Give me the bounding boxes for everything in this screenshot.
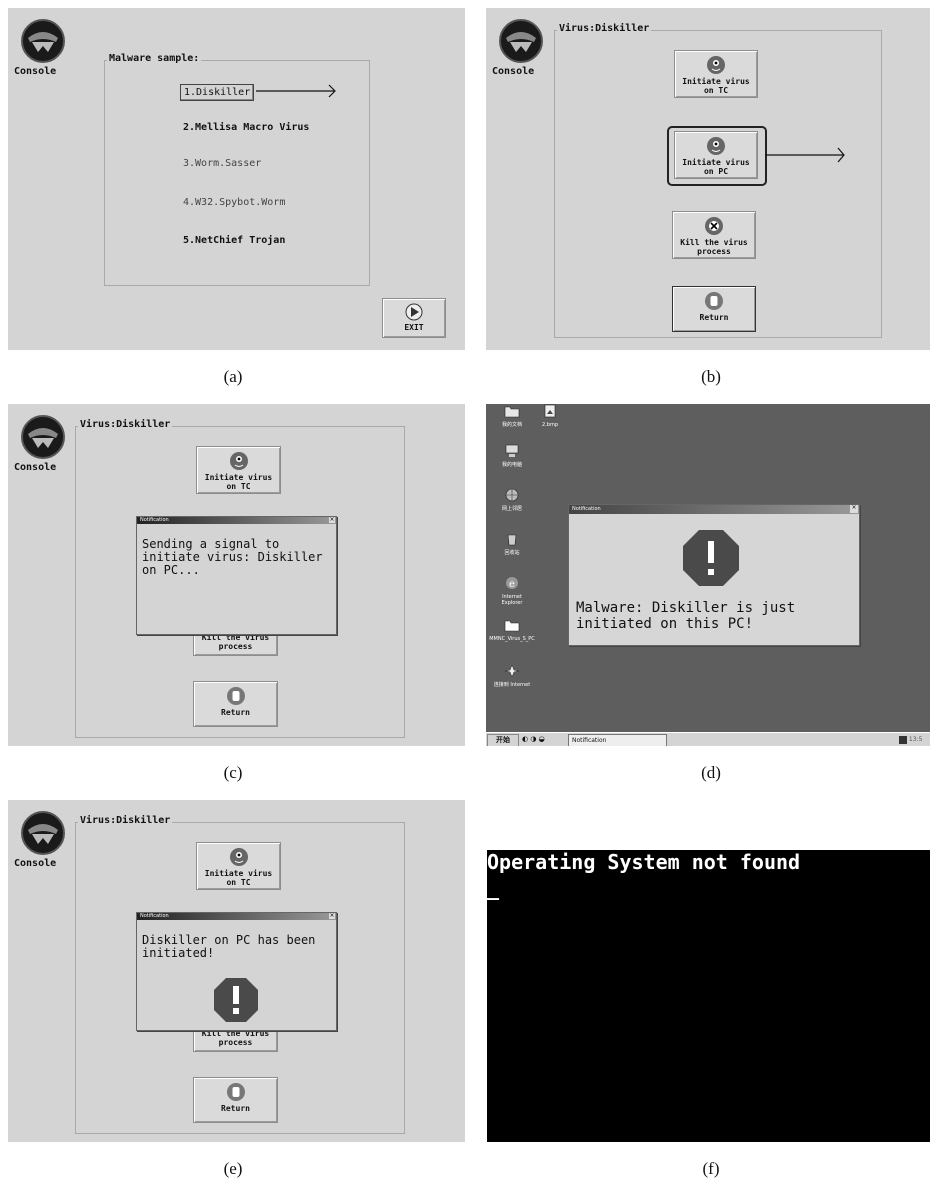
svg-text:e: e (509, 579, 515, 590)
notification-dialog: Notification × Sending a signal to initi… (136, 516, 337, 635)
console-avatar-icon[interactable] (498, 18, 544, 64)
console-label: Console (14, 858, 57, 869)
dialog-titlebar: Notification × (569, 505, 859, 514)
panel-a-malware-list: Console Malware sample: 1.Diskiller 2.Me… (8, 8, 465, 350)
virus-group-title: Virus:Diskiller (78, 815, 173, 826)
stop-hand-icon (226, 1083, 245, 1101)
initiate-tc-button[interactable]: Initiate virus on TC (196, 446, 281, 494)
start-button[interactable]: 开始 (487, 734, 519, 746)
malware-item-sasser[interactable]: 3.Worm.Sasser (183, 158, 261, 169)
connect-icon (504, 664, 520, 678)
console-avatar-icon[interactable] (20, 414, 66, 460)
desktop-icon-my-documents[interactable]: 我的文档 (492, 404, 532, 428)
folder-icon (504, 406, 520, 418)
stop-hand-icon (705, 292, 723, 310)
panel-c-sending-signal: Console Virus:Diskiller Initiate virus o… (8, 404, 465, 746)
caption-e: (e) (223, 1159, 243, 1178)
alien-icon (229, 848, 248, 866)
malware-sample-title: Malware sample: (107, 53, 202, 64)
panel-f-boot-screen: Operating System not found _ (487, 850, 930, 1142)
dialog-titlebar: Notification × (137, 517, 336, 524)
close-icon[interactable]: × (329, 913, 335, 919)
console-label: Console (492, 66, 535, 77)
recycle-bin-icon (507, 534, 517, 546)
panel-b-virus-menu: Console Virus:Diskiller Initiate virus o… (486, 8, 930, 350)
virus-group-title: Virus:Diskiller (78, 419, 173, 430)
alien-icon (707, 56, 725, 74)
panel-d-pc-desktop: 我的文档 2.bmp 我的电脑 网上邻居 回收站 e Internet Expl… (486, 404, 930, 746)
blinking-cursor: _ (487, 876, 500, 900)
malware-item-mellisa[interactable]: 2.Mellisa Macro Virus (183, 122, 309, 133)
dialog-message: Diskiller on PC has been initiated! (142, 933, 316, 960)
return-button[interactable]: Return (193, 681, 278, 727)
quick-launch[interactable]: ◐ ◑ ◒ (522, 735, 562, 745)
desktop-icon-network[interactable]: 网上邻居 (492, 488, 532, 512)
warning-octagon-icon (683, 530, 739, 586)
close-icon[interactable]: × (850, 505, 858, 513)
console-label: Console (14, 66, 57, 77)
selection-arrow-icon (256, 84, 336, 98)
warning-octagon-icon (214, 978, 258, 1022)
initiate-tc-button[interactable]: Initiate virus on TC (196, 842, 281, 890)
caption-c: (c) (223, 763, 243, 782)
console-avatar-icon[interactable] (20, 18, 66, 64)
console-avatar-icon[interactable] (20, 810, 66, 856)
stop-hand-icon (226, 687, 245, 705)
taskbar: 开始 ◐ ◑ ◒ Notification 13:5 (486, 732, 930, 746)
tray-icon (899, 735, 907, 744)
desktop-icon-virus-folder[interactable]: MMNC_Virus_S_PC (488, 618, 536, 642)
caption-d: (d) (701, 763, 721, 782)
desktop-icon-internet-explorer[interactable]: e Internet Explorer (492, 576, 532, 606)
initiate-tc-button[interactable]: Initiate virus on TC (674, 50, 758, 98)
selection-arrow-icon (765, 147, 845, 163)
notification-dialog: Notification × Malware: Diskiller is jus… (568, 504, 860, 646)
tray-clock: 13:5 (899, 735, 929, 745)
kill-alien-icon (705, 217, 723, 235)
desktop-icon-recycle-bin[interactable]: 回收站 (492, 532, 532, 556)
console-label: Console (14, 462, 57, 473)
play-icon (405, 303, 423, 321)
close-icon[interactable]: × (329, 517, 335, 523)
initiate-pc-button[interactable]: Initiate virus on PC (674, 131, 758, 179)
return-button[interactable]: Return (193, 1077, 278, 1123)
desktop-icon-bmp[interactable]: 2.bmp (530, 404, 570, 428)
return-button[interactable]: Return (672, 286, 756, 332)
desktop-icon-my-computer[interactable]: 我的电脑 (492, 444, 532, 468)
dialog-message: Malware: Diskiller is just initiated on … (576, 600, 796, 632)
kill-process-button[interactable]: Kill the virus process (672, 211, 756, 259)
exit-label: EXIT (404, 323, 424, 332)
notification-dialog: Notification × Diskiller on PC has been … (136, 912, 337, 1031)
desktop-icon-connect-internet[interactable]: 连接到 Internet (492, 664, 532, 688)
os-not-found-message: Operating System not found (487, 850, 801, 874)
network-icon (505, 488, 519, 502)
dialog-message: Sending a signal to initiate virus: Disk… (142, 537, 323, 577)
exit-button[interactable]: EXIT (382, 298, 446, 338)
caption-b: (b) (701, 367, 721, 386)
malware-item-diskiller[interactable]: 1.Diskiller (180, 84, 255, 101)
panel-e-initiated: Console Virus:Diskiller Initiate virus o… (8, 800, 465, 1142)
caption-f: (f) (702, 1159, 720, 1178)
malware-item-netchief[interactable]: 5.NetChief Trojan (183, 235, 285, 246)
dialog-titlebar: Notification × (137, 913, 336, 920)
image-file-icon (544, 404, 556, 418)
folder-icon (504, 620, 520, 632)
internet-explorer-icon: e (506, 577, 518, 590)
alien-icon (707, 137, 725, 155)
caption-a: (a) (223, 367, 243, 386)
computer-icon (505, 444, 519, 457)
taskbar-task-notification[interactable]: Notification (568, 734, 667, 746)
virus-group-title: Virus:Diskiller (557, 23, 652, 34)
alien-icon (229, 452, 248, 470)
malware-item-spybot[interactable]: 4.W32.Spybot.Worm (183, 197, 285, 208)
